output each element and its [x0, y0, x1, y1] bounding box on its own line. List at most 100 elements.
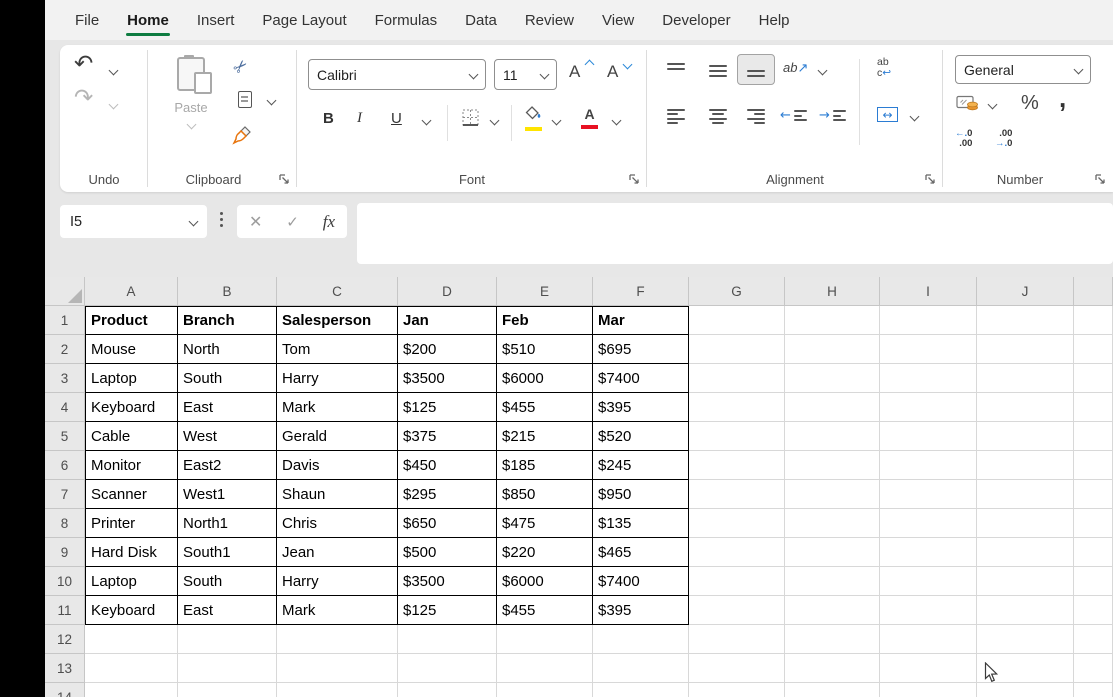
cell-i14[interactable] [880, 683, 977, 697]
cell-j11[interactable] [977, 596, 1074, 625]
cell-k3[interactable] [1074, 364, 1113, 393]
cell-h14[interactable] [785, 683, 880, 697]
underline-button[interactable]: U [391, 110, 402, 127]
name-box[interactable]: I5 [60, 205, 207, 238]
cell-k12[interactable] [1074, 625, 1113, 654]
cell-c1[interactable]: Salesperson [277, 306, 398, 335]
align-left-button[interactable] [667, 109, 685, 124]
undo-button[interactable]: ↶ [74, 53, 93, 76]
cell-h13[interactable] [785, 654, 880, 683]
cell-j5[interactable] [977, 422, 1074, 451]
cell-d14[interactable] [398, 683, 497, 697]
cell-g2[interactable] [689, 335, 785, 364]
cell-j4[interactable] [977, 393, 1074, 422]
cell-i1[interactable] [880, 306, 977, 335]
cell-b14[interactable] [178, 683, 277, 697]
row-header-13[interactable]: 13 [45, 654, 85, 683]
cell-b5[interactable]: West [178, 422, 277, 451]
cell-h5[interactable] [785, 422, 880, 451]
font-color-button[interactable]: A [581, 106, 598, 129]
cell-e13[interactable] [497, 654, 593, 683]
font-name-chevron-icon[interactable] [469, 70, 479, 80]
cell-b2[interactable]: North [178, 335, 277, 364]
cell-a4[interactable]: Keyboard [85, 393, 178, 422]
cell-b4[interactable]: East [178, 393, 277, 422]
cell-j7[interactable] [977, 480, 1074, 509]
decrease-indent-button[interactable]: ← [780, 108, 807, 123]
cell-f11[interactable]: $395 [593, 596, 689, 625]
tab-review[interactable]: Review [511, 0, 588, 40]
tab-developer[interactable]: Developer [648, 0, 744, 40]
cell-d9[interactable]: $500 [398, 538, 497, 567]
row-header-10[interactable]: 10 [45, 567, 85, 596]
comma-style-button[interactable]: , [1059, 91, 1066, 105]
cell-f2[interactable]: $695 [593, 335, 689, 364]
cell-f12[interactable] [593, 625, 689, 654]
row-header-3[interactable]: 3 [45, 364, 85, 393]
redo-button[interactable]: ↷ [74, 87, 93, 110]
cell-e3[interactable]: $6000 [497, 364, 593, 393]
cell-i5[interactable] [880, 422, 977, 451]
row-header-8[interactable]: 8 [45, 509, 85, 538]
formula-input[interactable] [357, 203, 1113, 264]
number-format-combo[interactable]: General [955, 55, 1091, 84]
accounting-chevron-icon[interactable] [988, 100, 998, 110]
cell-k7[interactable] [1074, 480, 1113, 509]
cell-g13[interactable] [689, 654, 785, 683]
name-box-chevron-icon[interactable] [189, 217, 199, 227]
cell-f7[interactable]: $950 [593, 480, 689, 509]
cell-g3[interactable] [689, 364, 785, 393]
select-all-corner[interactable] [45, 277, 85, 306]
bold-button[interactable]: B [323, 110, 334, 127]
enter-button[interactable]: ✓ [286, 213, 299, 231]
cell-a14[interactable] [85, 683, 178, 697]
cell-c8[interactable]: Chris [277, 509, 398, 538]
cell-c5[interactable]: Gerald [277, 422, 398, 451]
cell-g5[interactable] [689, 422, 785, 451]
col-header-k[interactable] [1074, 277, 1113, 306]
cell-a5[interactable]: Cable [85, 422, 178, 451]
center-button[interactable] [709, 109, 727, 124]
cell-d6[interactable]: $450 [398, 451, 497, 480]
cell-e9[interactable]: $220 [497, 538, 593, 567]
cell-i12[interactable] [880, 625, 977, 654]
col-header-d[interactable]: D [398, 277, 497, 306]
cell-i9[interactable] [880, 538, 977, 567]
cell-j9[interactable] [977, 538, 1074, 567]
cell-h2[interactable] [785, 335, 880, 364]
col-header-f[interactable]: F [593, 277, 689, 306]
cell-j8[interactable] [977, 509, 1074, 538]
insert-function-button[interactable]: fx [323, 212, 335, 232]
cell-i4[interactable] [880, 393, 977, 422]
cell-g10[interactable] [689, 567, 785, 596]
row-header-1[interactable]: 1 [45, 306, 85, 335]
cell-i8[interactable] [880, 509, 977, 538]
cell-j1[interactable] [977, 306, 1074, 335]
tab-formulas[interactable]: Formulas [361, 0, 452, 40]
cell-e10[interactable]: $6000 [497, 567, 593, 596]
cell-g6[interactable] [689, 451, 785, 480]
cell-k11[interactable] [1074, 596, 1113, 625]
cell-b9[interactable]: South1 [178, 538, 277, 567]
cell-i10[interactable] [880, 567, 977, 596]
orientation-button[interactable]: ab↗ [783, 59, 808, 77]
fill-color-button[interactable] [525, 106, 543, 131]
tab-insert[interactable]: Insert [183, 0, 249, 40]
cell-c3[interactable]: Harry [277, 364, 398, 393]
cell-d8[interactable]: $650 [398, 509, 497, 538]
cell-d3[interactable]: $3500 [398, 364, 497, 393]
cell-e6[interactable]: $185 [497, 451, 593, 480]
cell-k2[interactable] [1074, 335, 1113, 364]
tab-help[interactable]: Help [745, 0, 804, 40]
cell-c9[interactable]: Jean [277, 538, 398, 567]
cell-a9[interactable]: Hard Disk [85, 538, 178, 567]
cell-e5[interactable]: $215 [497, 422, 593, 451]
cut-button[interactable]: ✂ [234, 57, 248, 77]
cell-k8[interactable] [1074, 509, 1113, 538]
cell-h8[interactable] [785, 509, 880, 538]
col-header-i[interactable]: I [880, 277, 977, 306]
font-color-chevron-icon[interactable] [612, 116, 622, 126]
cell-a3[interactable]: Laptop [85, 364, 178, 393]
cell-k9[interactable] [1074, 538, 1113, 567]
cell-b11[interactable]: East [178, 596, 277, 625]
